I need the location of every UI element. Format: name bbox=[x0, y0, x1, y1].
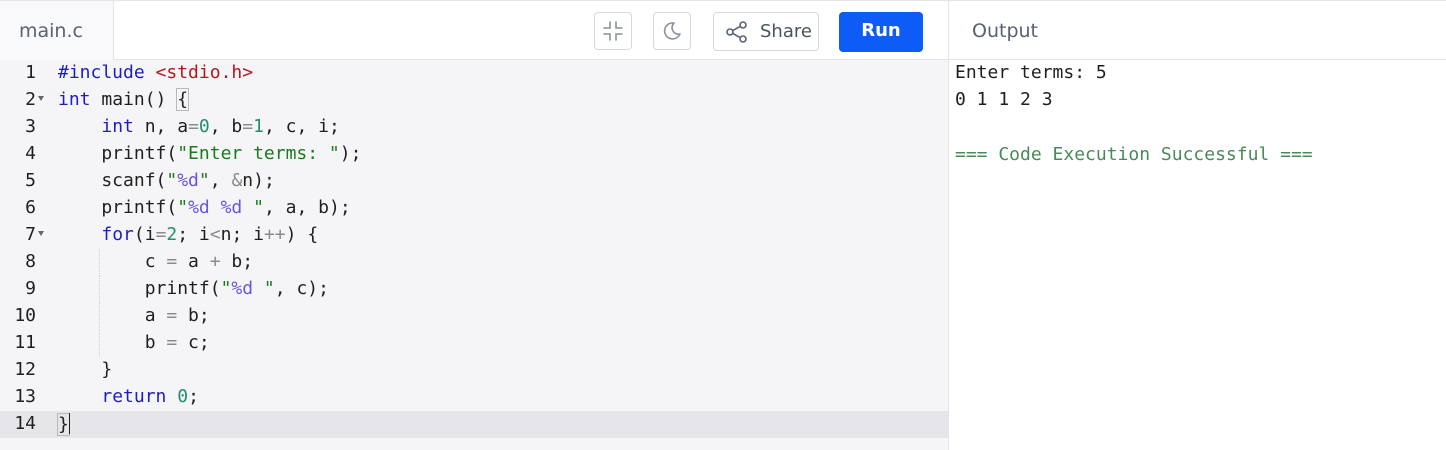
line-number: 8 bbox=[25, 251, 36, 272]
code-text: int n, a=0, b=1, c, i; bbox=[101, 116, 340, 137]
line-number: 7 bbox=[25, 224, 36, 245]
code-text: printf("Enter terms: "); bbox=[58, 143, 362, 164]
share-icon bbox=[726, 21, 747, 43]
code-text: printf("%d ", c); bbox=[58, 278, 329, 299]
code-line: 9 printf("%d ", c); bbox=[0, 276, 948, 303]
code-text: } bbox=[57, 413, 71, 436]
share-label: Share bbox=[760, 21, 812, 42]
code-text: b = c; bbox=[58, 332, 210, 353]
collapse-icon bbox=[603, 21, 623, 41]
line-number: 6 bbox=[25, 197, 36, 218]
output-title: Output bbox=[972, 20, 1038, 42]
code-line: 10 a = b; bbox=[0, 303, 948, 330]
code-line: 8 c = a + b; bbox=[0, 249, 948, 276]
line-number: 14 bbox=[14, 413, 36, 434]
code-line: 2 int main() { bbox=[0, 87, 948, 114]
top-bar: main.c Share Run Output bbox=[0, 0, 1446, 60]
output-line: Enter terms: 5 bbox=[955, 62, 1107, 83]
code-line: 6 printf("%d %d ", a, b); bbox=[0, 195, 948, 222]
output-success-message: === Code Execution Successful === bbox=[955, 144, 1313, 165]
line-number: 5 bbox=[25, 170, 36, 191]
line-number: 4 bbox=[25, 143, 36, 164]
code-line: 7 for(i=2; i<n; i++) { bbox=[0, 222, 948, 249]
code-editor[interactable]: 1 #include <stdio.h> 2 int main() { 3 in… bbox=[0, 60, 948, 450]
code-line: 3 int n, a=0, b=1, c, i; bbox=[0, 114, 948, 141]
code-line: 5 scanf("%d", &n); bbox=[0, 168, 948, 195]
run-button[interactable]: Run bbox=[839, 12, 923, 52]
line-number: 1 bbox=[25, 62, 36, 83]
line-number: 11 bbox=[14, 332, 36, 353]
code-line: 1 #include <stdio.h> bbox=[0, 60, 948, 87]
share-button[interactable]: Share bbox=[713, 12, 819, 51]
code-line: 4 printf("Enter terms: "); bbox=[0, 141, 948, 168]
code-text: int main() { bbox=[58, 88, 190, 111]
code-text: printf("%d %d ", a, b); bbox=[58, 197, 351, 218]
line-number: 3 bbox=[25, 116, 36, 137]
compiler-app: main.c Share Run Output 1 #include <stdi… bbox=[0, 0, 1446, 450]
theme-toggle-button[interactable] bbox=[653, 12, 691, 50]
fold-arrow-icon[interactable] bbox=[38, 231, 44, 236]
line-number: 9 bbox=[25, 278, 36, 299]
code-line: 11 b = c; bbox=[0, 330, 948, 357]
file-tab[interactable]: main.c bbox=[0, 1, 114, 60]
fold-arrow-icon[interactable] bbox=[38, 96, 44, 101]
code-text: } bbox=[58, 359, 113, 380]
code-text: scanf("%d", &n); bbox=[58, 170, 275, 191]
code-text: c = a + b; bbox=[58, 251, 254, 272]
line-number: 2 bbox=[25, 89, 36, 110]
code-text: for(i=2; i<n; i++) { bbox=[101, 224, 319, 245]
code-text: a = b; bbox=[58, 305, 210, 326]
output-panel: Enter terms: 5 0 1 1 2 3 === Code Execut… bbox=[949, 60, 1446, 450]
code-line: 13 return 0; bbox=[0, 384, 948, 411]
text-cursor bbox=[68, 413, 71, 434]
line-number: 12 bbox=[14, 359, 36, 380]
code-text: #include <stdio.h> bbox=[58, 62, 254, 83]
line-number: 13 bbox=[14, 386, 36, 407]
file-tab-label: main.c bbox=[19, 20, 83, 42]
output-line: 0 1 1 2 3 bbox=[955, 89, 1053, 110]
moon-icon bbox=[663, 22, 681, 40]
line-number: 10 bbox=[14, 305, 36, 326]
code-text: return 0; bbox=[101, 386, 199, 407]
code-line: 12 } bbox=[0, 357, 948, 384]
run-label: Run bbox=[861, 20, 901, 41]
fullscreen-button[interactable] bbox=[594, 12, 632, 50]
code-line-active: 14 } bbox=[0, 411, 948, 438]
